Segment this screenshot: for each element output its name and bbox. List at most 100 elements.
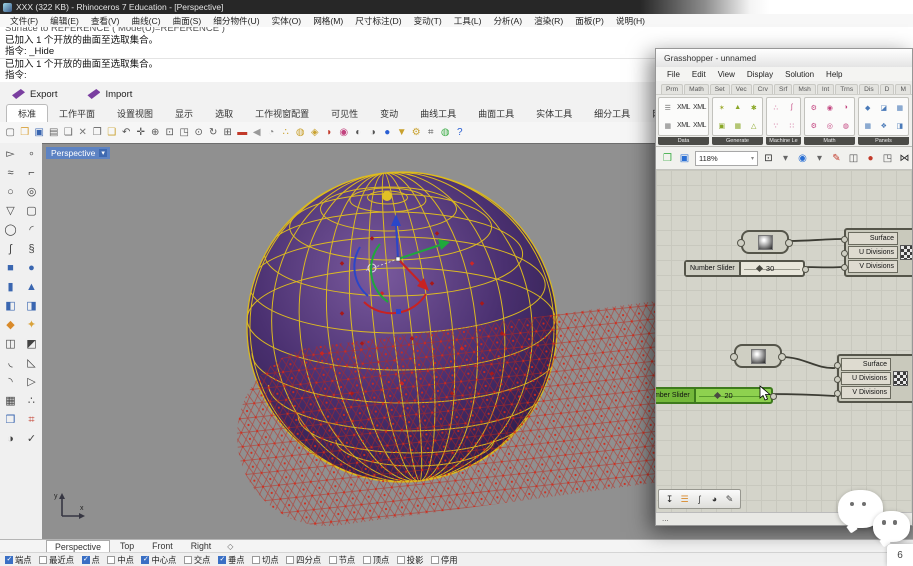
grasshopper-tab[interactable]: Crv: [753, 84, 773, 94]
rhino-menu-item[interactable]: 曲面(S): [167, 15, 208, 27]
osnap-toggle[interactable]: 停用: [431, 554, 458, 566]
save-file-icon[interactable]: ▣: [32, 123, 47, 143]
grasshopper-tab[interactable]: Int: [817, 84, 834, 94]
grasshopper-tab[interactable]: Msh: [793, 84, 815, 94]
zoom-icon[interactable]: ⊕: [148, 123, 163, 143]
triangle-gen-icon[interactable]: ▲: [730, 99, 745, 116]
osnap-toggle[interactable]: 最近点: [39, 554, 74, 566]
rectangle-icon[interactable]: ▢: [24, 204, 40, 219]
stagger-panel-icon[interactable]: ❖: [876, 117, 891, 134]
tri-outline-icon[interactable]: △: [746, 117, 761, 134]
scatter-icon[interactable]: ✶: [714, 99, 729, 116]
open-file-icon[interactable]: ❒: [18, 123, 33, 143]
slider-track[interactable]: 30: [741, 262, 803, 275]
points-cluster-icon[interactable]: ∴: [768, 99, 783, 116]
slider-grip[interactable]: [756, 265, 763, 272]
grasshopper-menu-item[interactable]: Help: [820, 70, 848, 79]
preview-eye-icon[interactable]: ◉: [795, 153, 810, 164]
layer-icon[interactable]: ◔: [264, 123, 279, 143]
torus-icon[interactable]: ◍: [838, 117, 853, 134]
rhino-menu-item[interactable]: 编辑(E): [44, 15, 85, 27]
toolbar-tab[interactable]: 曲面工具: [467, 105, 525, 122]
component-input[interactable]: Surface: [848, 232, 898, 245]
osnap-checkbox[interactable]: [184, 556, 192, 564]
filter-icon[interactable]: ▼: [395, 123, 410, 143]
wave-icon[interactable]: ◗: [322, 123, 337, 143]
viewport-title-dropdown-icon[interactable]: ▾: [99, 149, 107, 157]
dropdown-icon[interactable]: ▾: [812, 153, 827, 164]
geometry-param-node-top[interactable]: [741, 230, 789, 254]
export-button[interactable]: Export: [12, 89, 57, 100]
render-camera-icon[interactable]: ◫: [846, 153, 861, 164]
skew-panel-icon[interactable]: ◪: [876, 99, 891, 116]
toolbar-tab[interactable]: 变动: [369, 105, 409, 122]
slider-grip[interactable]: [714, 392, 721, 399]
rhino-menu-item[interactable]: 文件(F): [4, 15, 44, 27]
grasshopper-canvas[interactable]: SurfaceU DivisionsV Divisions Number Sli…: [656, 170, 912, 512]
osnap-checkbox[interactable]: [329, 556, 337, 564]
surface-divide-component-bottom[interactable]: SurfaceU DivisionsV Divisions PrBrSt: [837, 354, 912, 403]
osnap-toggle[interactable]: 交点: [184, 554, 211, 566]
grasshopper-titlebar[interactable]: Grasshopper - unnamed: [656, 49, 912, 67]
surface-divide-component-top[interactable]: SurfaceU DivisionsV Divisions: [844, 228, 912, 277]
check-icon[interactable]: ✓: [24, 432, 40, 447]
geometry-param-node-bottom[interactable]: [734, 344, 782, 368]
shaded-view-icon[interactable]: ◐: [351, 123, 366, 143]
osnap-toggle[interactable]: 四分点: [286, 554, 321, 566]
osnap-checkbox[interactable]: [107, 556, 115, 564]
hide-icon[interactable]: ▬: [235, 123, 250, 143]
boolean-union-icon[interactable]: ◫: [3, 337, 19, 352]
gear2-icon[interactable]: ⚙: [806, 117, 821, 134]
data-grid-icon[interactable]: ▦: [660, 117, 675, 134]
copy-icon[interactable]: ❐: [90, 123, 105, 143]
box-icon[interactable]: ■: [3, 261, 19, 276]
new-file-icon[interactable]: ▢: [3, 123, 18, 143]
component-input[interactable]: Surface: [841, 358, 891, 371]
rhino-menu-item[interactable]: 分析(A): [487, 15, 528, 27]
number-slider-top[interactable]: Number Slider 30: [684, 260, 805, 277]
sphere-icon[interactable]: ●: [24, 261, 40, 276]
grasshopper-tab[interactable]: Srf: [774, 84, 792, 94]
data-table-icon[interactable]: ☰: [660, 99, 675, 116]
osnap-checkbox[interactable]: [397, 556, 405, 564]
viewport-title-chip[interactable]: Perspective ▾: [46, 147, 110, 159]
circle-center-icon[interactable]: ◎: [24, 185, 40, 200]
osnap-toggle[interactable]: 节点: [329, 554, 356, 566]
grasshopper-menu-item[interactable]: View: [712, 70, 741, 79]
paste-icon[interactable]: ❑: [105, 123, 120, 143]
osnap-checkbox[interactable]: [141, 556, 149, 564]
grasshopper-menu-item[interactable]: Solution: [779, 70, 820, 79]
cluster-icon[interactable]: ∷: [784, 117, 799, 134]
component-input[interactable]: V Divisions: [848, 260, 898, 273]
color-wheel-icon[interactable]: ◉: [337, 123, 352, 143]
osnap-checkbox[interactable]: [431, 556, 439, 564]
rhino-menu-item[interactable]: 尺寸标注(D): [349, 15, 407, 27]
control-point-curve-icon[interactable]: ≈: [3, 166, 19, 181]
sweep-icon[interactable]: ✦: [24, 318, 40, 333]
grasshopper-tab[interactable]: Vec: [731, 84, 752, 94]
print-icon[interactable]: ▤: [47, 123, 62, 143]
rotate-view-icon[interactable]: ↻: [206, 123, 221, 143]
quad-panel-icon[interactable]: ▦: [892, 99, 907, 116]
osnap-checkbox[interactable]: [286, 556, 294, 564]
loft-icon[interactable]: ◨: [24, 299, 40, 314]
chamfer-icon[interactable]: ◺: [24, 356, 40, 371]
cone-icon[interactable]: ▲: [24, 280, 40, 295]
fillet-edge-icon[interactable]: ◟: [3, 356, 19, 371]
dropdown-icon[interactable]: ▾: [778, 153, 793, 164]
osnap-checkbox[interactable]: [5, 556, 13, 564]
undo-icon[interactable]: ↶: [119, 123, 134, 143]
rhino-menu-item[interactable]: 查看(V): [85, 15, 126, 27]
osnap-toggle[interactable]: 端点: [5, 554, 32, 566]
boolean-difference-icon[interactable]: ◩: [24, 337, 40, 352]
toolbar-tab[interactable]: 曲线工具: [409, 105, 467, 122]
circle-icon[interactable]: ○: [3, 185, 19, 200]
rhino-menu-item[interactable]: 细分物件(U): [207, 15, 265, 27]
grid-gen-icon[interactable]: ▦: [730, 117, 745, 134]
xml-read-icon[interactable]: XML: [692, 117, 707, 134]
earth-icon[interactable]: ◍: [438, 123, 453, 143]
ghosted-view-icon[interactable]: ◑: [366, 123, 381, 143]
shell-icon[interactable]: ◎: [822, 117, 837, 134]
red-mesh-pointcloud[interactable]: [327, 391, 662, 436]
quad-gen-icon[interactable]: ✱: [746, 99, 761, 116]
